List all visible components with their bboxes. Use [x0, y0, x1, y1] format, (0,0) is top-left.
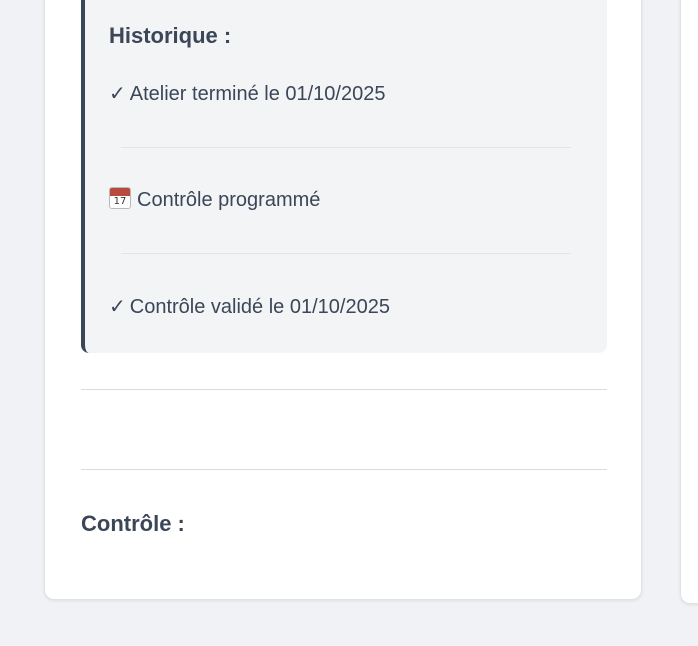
check-icon: ✓	[109, 296, 126, 318]
history-item-text: Atelier terminé le 01/10/2025	[129, 83, 386, 105]
history-item-text: Contrôle programmé	[137, 189, 321, 211]
history-title: Historique :	[109, 23, 232, 48]
page: Historique : ✓ Atelier terminé le 01/10/2…	[0, 0, 698, 646]
section-divider	[81, 469, 607, 470]
history-item-control-scheduled: 17 Contrôle programmé	[109, 187, 320, 212]
check-icon: ✓	[109, 83, 126, 105]
history-item-control-validated: ✓ Contrôle validé le 01/10/2025	[109, 294, 390, 319]
history-divider	[121, 147, 571, 148]
workshop-card: Historique : ✓ Atelier terminé le 01/10/2…	[44, 0, 642, 600]
calendar-header	[110, 188, 130, 196]
history-item-workshop-done: ✓ Atelier terminé le 01/10/2025	[109, 81, 385, 106]
section-divider	[81, 389, 607, 390]
control-section-title: Contrôle :	[81, 511, 185, 536]
history-panel: Historique : ✓ Atelier terminé le 01/10/2…	[81, 0, 607, 353]
history-item-text: Contrôle validé le 01/10/2025	[129, 296, 390, 318]
calendar-icon: 17	[109, 187, 131, 209]
adjacent-card	[680, 0, 698, 604]
calendar-day: 17	[113, 196, 127, 207]
history-divider	[121, 253, 571, 254]
